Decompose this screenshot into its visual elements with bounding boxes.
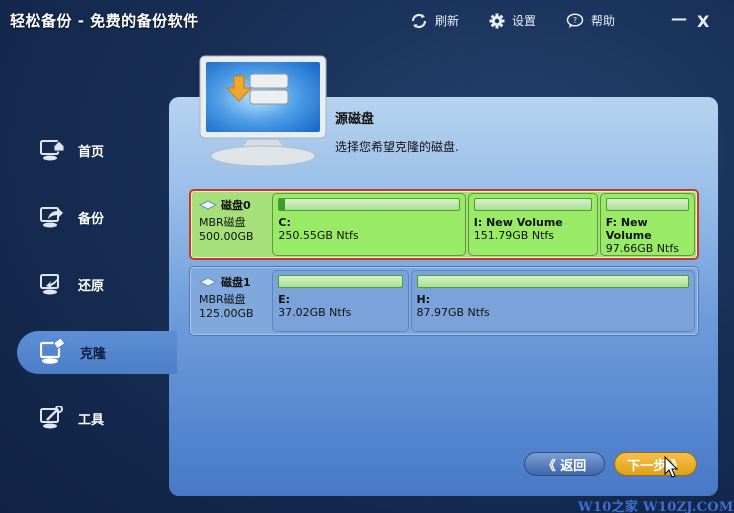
sidebar-item-label: 备份 xyxy=(78,211,105,227)
partition-size: 87.97GB Ntfs xyxy=(416,306,490,319)
partition-name: F: New Volume xyxy=(605,216,652,242)
app-title: 轻松备份 - 免费的备份软件 xyxy=(10,12,199,30)
refresh-icon xyxy=(411,13,427,28)
sidebar-item-label: 还原 xyxy=(78,278,105,294)
partition-name: C: xyxy=(278,216,291,229)
refresh-button[interactable]: 刷新 xyxy=(410,12,459,29)
partition-usage-bar xyxy=(278,198,460,211)
sidebar-item-restore[interactable]: 还原 xyxy=(40,267,180,301)
partition-h[interactable]: H: 87.97GB Ntfs xyxy=(410,270,695,332)
partition-usage-bar xyxy=(473,198,592,211)
disk-type: MBR磁盘 xyxy=(199,216,246,229)
settings-button[interactable]: 设置 xyxy=(489,12,536,29)
partition-size: 37.02GB Ntfs xyxy=(278,306,352,319)
partition-e[interactable]: E: 37.02GB Ntfs xyxy=(272,270,409,332)
backup-monitor-icon xyxy=(40,207,63,228)
partition-name: E: xyxy=(278,293,291,306)
partition-usage-bar xyxy=(605,198,689,211)
disk-row-0[interactable]: 磁盘0 MBR磁盘 500.00GB C: 250.55GB Ntfs I: N… xyxy=(189,189,699,260)
disk-info: 磁盘1 MBR磁盘 125.00GB xyxy=(193,270,270,332)
partition-usage-bar xyxy=(416,275,689,288)
disk-icon xyxy=(199,200,217,210)
partition-f[interactable]: F: New Volume 97.66GB Ntfs xyxy=(599,193,695,256)
sidebar-item-label: 工具 xyxy=(78,412,105,428)
source-disk-description: 选择您希望克隆的磁盘. xyxy=(335,140,459,154)
help-icon: ? xyxy=(566,12,584,28)
tools-monitor-icon xyxy=(40,406,63,429)
help-button[interactable]: ? 帮助 xyxy=(566,12,615,29)
disk-clone-illustration xyxy=(199,55,327,167)
partition-size: 250.55GB Ntfs xyxy=(278,229,359,242)
gear-icon xyxy=(489,13,505,28)
disk-size: 500.00GB xyxy=(199,230,254,243)
sidebar-item-backup[interactable]: 备份 xyxy=(40,200,180,234)
partition-used-fill xyxy=(279,199,285,210)
partition-c[interactable]: C: 250.55GB Ntfs xyxy=(272,193,466,256)
next-button[interactable]: 下一步 》 xyxy=(614,452,697,476)
top-toolbar: 刷新 设置 ? 帮助 xyxy=(410,12,645,29)
home-monitor-icon xyxy=(40,140,65,161)
watermark: W10之家 W10ZJ.COM xyxy=(578,500,734,513)
sidebar-item-tools[interactable]: 工具 xyxy=(40,401,180,435)
disk-name: 磁盘0 xyxy=(221,199,251,212)
refresh-label: 刷新 xyxy=(435,14,460,28)
partition-size: 97.66GB Ntfs xyxy=(605,242,679,255)
disk-row-1[interactable]: 磁盘1 MBR磁盘 125.00GB E: 37.02GB Ntfs H: 87… xyxy=(189,266,699,336)
sidebar-item-clone[interactable]: 克隆 xyxy=(40,335,180,369)
partition-i[interactable]: I: New Volume 151.79GB Ntfs xyxy=(467,193,598,256)
close-button[interactable]: X xyxy=(697,12,709,31)
mouse-cursor-icon xyxy=(664,456,678,478)
source-disk-title: 源磁盘 xyxy=(335,112,375,127)
sidebar-item-label: 克隆 xyxy=(80,346,107,362)
partition-name: H: xyxy=(416,293,431,306)
sidebar-item-label: 首页 xyxy=(78,144,105,160)
disk-size: 125.00GB xyxy=(199,307,254,320)
sidebar-item-home[interactable]: 首页 xyxy=(40,133,180,167)
disk-type: MBR磁盘 xyxy=(199,293,246,306)
partition-size: 151.79GB Ntfs xyxy=(473,229,554,242)
svg-text:?: ? xyxy=(573,16,577,25)
settings-label: 设置 xyxy=(512,14,537,28)
disk-name: 磁盘1 xyxy=(221,276,251,289)
minimize-button[interactable]: — xyxy=(671,9,687,28)
partition-name: I: New Volume xyxy=(473,216,563,229)
clone-monitor-icon xyxy=(40,339,65,364)
back-button[interactable]: 《 返回 xyxy=(524,452,605,476)
restore-monitor-icon xyxy=(40,273,59,295)
partition-usage-bar xyxy=(278,275,403,288)
disk-info: 磁盘0 MBR磁盘 500.00GB xyxy=(193,193,270,256)
help-label: 帮助 xyxy=(591,14,616,28)
disk-icon xyxy=(199,277,217,287)
